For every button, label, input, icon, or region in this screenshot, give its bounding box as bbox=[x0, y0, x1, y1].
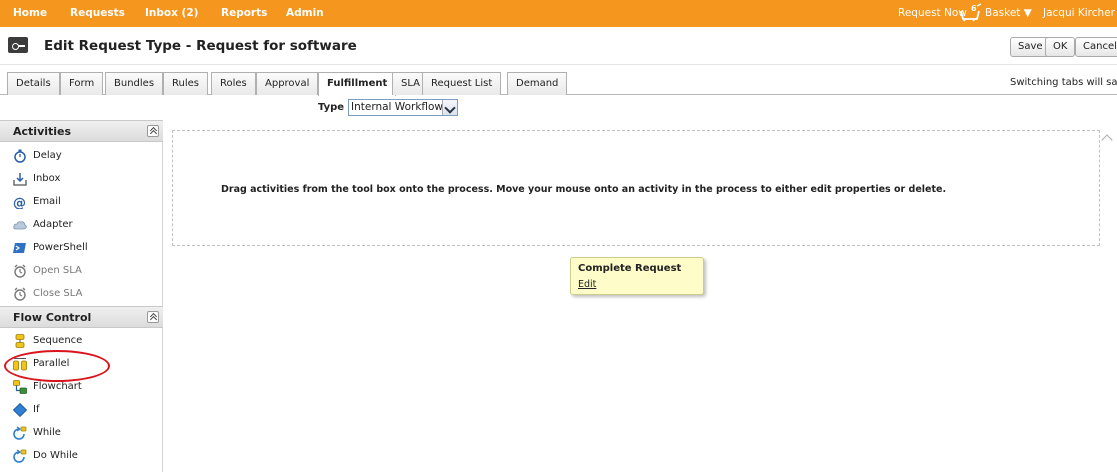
nav-admin[interactable]: Admin bbox=[286, 0, 324, 27]
nav-home[interactable]: Home bbox=[13, 0, 47, 27]
cloud-icon bbox=[13, 221, 27, 230]
at-sign-icon: @ bbox=[13, 196, 26, 209]
title-bar: Edit Request Type - Request for software… bbox=[0, 27, 1117, 65]
flow-while[interactable]: While bbox=[0, 421, 163, 444]
svg-text:@: @ bbox=[13, 196, 26, 209]
type-select[interactable]: Internal Workflow bbox=[348, 99, 458, 116]
tab-request-list[interactable]: Request List bbox=[422, 72, 502, 95]
activity-label: PowerShell bbox=[33, 242, 88, 253]
activity-label: Close SLA bbox=[33, 288, 83, 299]
tab-fulfillment[interactable]: Fulfillment bbox=[318, 72, 397, 96]
activity-adapter[interactable]: Adapter bbox=[0, 213, 163, 236]
clock-icon bbox=[14, 287, 26, 301]
stopwatch-icon bbox=[14, 149, 26, 163]
flow-label: Sequence bbox=[33, 335, 83, 346]
flow-label: While bbox=[33, 427, 61, 438]
complete-request-node[interactable]: Complete Request Edit bbox=[570, 257, 704, 295]
tab-rules[interactable]: Rules bbox=[163, 72, 208, 95]
inbox-tray-icon bbox=[13, 173, 27, 186]
activity-open-sla[interactable]: Open SLA bbox=[0, 259, 163, 282]
cancel-button[interactable]: Cancel bbox=[1075, 37, 1117, 57]
type-select-value: Internal Workflow bbox=[351, 101, 444, 113]
basket-count-badge: 6 bbox=[971, 4, 977, 13]
request-type-icon bbox=[8, 37, 28, 53]
activity-email[interactable]: @ Email bbox=[0, 190, 163, 213]
top-nav-bar: Home Requests Inbox (2) Reports Admin Re… bbox=[0, 0, 1117, 27]
flow-control-header[interactable]: Flow Control bbox=[0, 306, 163, 328]
flow-control-title: Flow Control bbox=[13, 311, 92, 324]
tab-bundles[interactable]: Bundles bbox=[105, 72, 164, 95]
flow-sequence[interactable]: Sequence bbox=[0, 329, 163, 352]
tab-roles[interactable]: Roles bbox=[211, 72, 256, 95]
activity-drop-zone[interactable]: Drag activities from the tool box onto t… bbox=[172, 130, 1100, 246]
switch-tabs-note: Switching tabs will save bbox=[1010, 77, 1117, 88]
scroll-up-icon[interactable] bbox=[1101, 134, 1113, 146]
chevron-down-icon[interactable] bbox=[442, 100, 457, 115]
highlight-annotation bbox=[4, 350, 110, 382]
tab-bar: Details Form Bundles Rules Roles Approva… bbox=[0, 65, 1117, 96]
page-title: Edit Request Type - Request for software bbox=[44, 38, 357, 54]
diamond-icon bbox=[13, 403, 27, 417]
type-row: Type Internal Workflow bbox=[0, 96, 1117, 120]
flowchart-icon bbox=[13, 380, 27, 394]
complete-request-edit-link[interactable]: Edit bbox=[578, 279, 596, 290]
ok-button[interactable]: OK bbox=[1045, 37, 1076, 57]
activity-label: Adapter bbox=[33, 219, 73, 230]
tab-approval[interactable]: Approval bbox=[256, 72, 319, 95]
activity-delay[interactable]: Delay bbox=[0, 144, 163, 167]
activity-label: Delay bbox=[33, 150, 62, 161]
flow-label: Flowchart bbox=[33, 381, 82, 392]
complete-request-title: Complete Request bbox=[578, 263, 682, 274]
loop-icon bbox=[13, 426, 27, 440]
collapse-flow-control-icon[interactable] bbox=[147, 311, 159, 323]
activities-title: Activities bbox=[13, 125, 72, 138]
nav-reports[interactable]: Reports bbox=[221, 0, 267, 27]
flow-label: Do While bbox=[33, 450, 78, 461]
clock-icon bbox=[14, 264, 26, 278]
activity-label: Open SLA bbox=[33, 265, 82, 276]
activity-label: Inbox bbox=[33, 173, 61, 184]
activity-powershell[interactable]: PowerShell bbox=[0, 236, 163, 259]
activity-close-sla[interactable]: Close SLA bbox=[0, 282, 163, 305]
flow-label: If bbox=[33, 404, 40, 415]
sequence-icon bbox=[15, 334, 25, 348]
workflow-canvas[interactable]: Drag activities from the tool box onto t… bbox=[164, 120, 1117, 472]
basket-menu[interactable]: Basket ▼ bbox=[985, 0, 1032, 27]
nav-requests[interactable]: Requests bbox=[70, 0, 125, 27]
collapse-activities-icon[interactable] bbox=[147, 125, 159, 137]
drop-zone-instructions: Drag activities from the tool box onto t… bbox=[221, 184, 947, 195]
tab-form[interactable]: Form bbox=[60, 72, 104, 95]
flow-if[interactable]: If bbox=[0, 398, 163, 421]
powershell-icon bbox=[13, 243, 26, 253]
loop-icon bbox=[13, 449, 27, 463]
activity-inbox[interactable]: Inbox bbox=[0, 167, 163, 190]
tab-details[interactable]: Details bbox=[7, 72, 60, 95]
activity-label: Email bbox=[33, 196, 61, 207]
activities-header[interactable]: Activities bbox=[0, 120, 163, 142]
type-label: Type bbox=[318, 102, 345, 113]
user-menu[interactable]: Jacqui Kircher ▼ bbox=[1043, 0, 1117, 27]
flow-do-while[interactable]: Do While bbox=[0, 444, 163, 467]
tab-demand[interactable]: Demand bbox=[507, 72, 568, 95]
toolbox-sidebar: Activities Delay Inbox @ Email Adapter P… bbox=[0, 120, 163, 472]
nav-inbox[interactable]: Inbox (2) bbox=[145, 0, 198, 27]
request-now-link[interactable]: Request Now bbox=[898, 0, 967, 27]
